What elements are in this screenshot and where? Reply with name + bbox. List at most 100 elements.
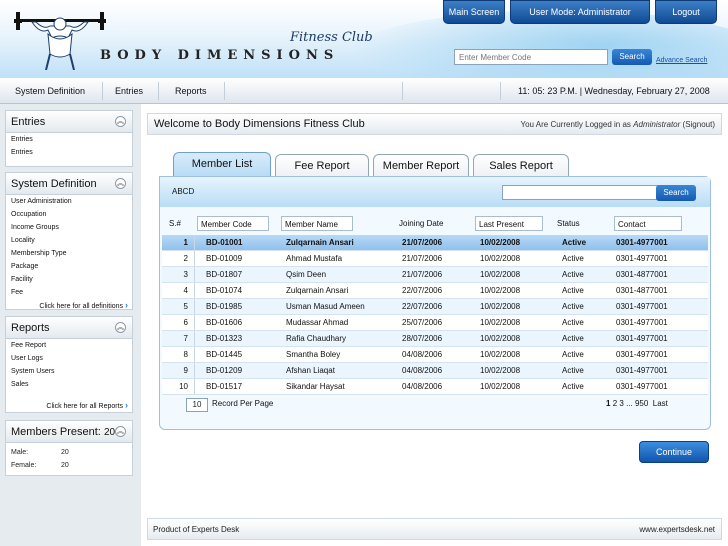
female-label: Female: — [11, 462, 37, 469]
column-divider — [194, 251, 195, 266]
column-divider — [194, 379, 195, 394]
sidebar-item-facility[interactable]: Facility — [6, 273, 132, 286]
collapse-up-icon[interactable]: ︽ — [115, 426, 126, 437]
cell-member-name: Zulqarnain Ansari — [286, 286, 349, 295]
sidebar-item-fee[interactable]: Fee — [6, 286, 132, 299]
records-per-page-input[interactable]: 10 — [186, 398, 208, 412]
all-reports-link[interactable]: Click here for all Reports › — [6, 399, 132, 412]
bodybuilder-logo-icon — [14, 12, 106, 70]
entries-panel-title: Entries ︽ — [6, 111, 132, 133]
grid-label: ABCD — [172, 187, 195, 196]
page-link[interactable]: 1 — [606, 399, 610, 408]
cell-member-code: BD-01001 — [206, 238, 243, 247]
table-row[interactable]: 8 BD-01445 Smantha Boley 04/08/2006 10/0… — [162, 347, 708, 363]
sidebar-item-sales[interactable]: Sales — [6, 378, 132, 391]
sidebar-item-system-users[interactable]: System Users — [6, 365, 132, 378]
cell-member-code: BD-01323 — [206, 334, 243, 343]
grid-search-input[interactable] — [502, 185, 678, 200]
column-divider — [194, 347, 195, 362]
entries-panel-title-text: Entries — [11, 116, 46, 128]
female-value: 20 — [61, 462, 69, 469]
nav-item-system-definition[interactable]: System Definition — [15, 78, 85, 104]
column-header-contact[interactable]: Contact — [614, 216, 682, 231]
table-row[interactable]: 7 BD-01323 Rafia Chaudhary 28/07/2006 10… — [162, 331, 708, 347]
cell-sno: 4 — [183, 286, 188, 295]
sidebar-item-entries[interactable]: Entries — [6, 133, 132, 146]
page-ellipsis: ... — [626, 399, 633, 408]
cell-status: Active — [562, 366, 584, 375]
column-header-member-name[interactable]: Member Name — [281, 216, 353, 231]
sidebar-item-user-logs[interactable]: User Logs — [6, 352, 132, 365]
sidebar-item-entries[interactable]: Entries — [6, 146, 132, 159]
sidebar-item-income-groups[interactable]: Income Groups — [6, 221, 132, 234]
page-link[interactable]: 2 — [613, 399, 617, 408]
sidebar-item-user-administration[interactable]: User Administration — [6, 195, 132, 208]
main-content: Welcome to Body Dimensions Fitness Club … — [141, 104, 728, 546]
table-row[interactable]: 9 BD-01209 Afshan Liaqat 04/08/2006 10/0… — [162, 363, 708, 379]
table-row[interactable]: 6 BD-01606 Mudassar Ahmad 25/07/2006 10/… — [162, 315, 708, 331]
cell-joining-date: 22/07/2006 — [402, 302, 443, 311]
reports-panel: Reports ︽ Fee Report User Logs System Us… — [5, 316, 133, 413]
nav-item-entries[interactable]: Entries — [115, 78, 143, 104]
header-search-button[interactable]: Search — [612, 49, 652, 65]
column-header-status[interactable]: Status — [554, 216, 604, 231]
table-row[interactable]: 4 BD-01074 Zulqarnain Ansari 22/07/2006 … — [162, 283, 708, 299]
grid-search-button[interactable]: Search — [656, 185, 696, 201]
nav-item-reports[interactable]: Reports — [175, 78, 207, 104]
collapse-up-icon[interactable]: ︽ — [115, 178, 126, 189]
table-row[interactable]: 2 BD-01009 Ahmad Mustafa 21/07/2006 10/0… — [162, 251, 708, 267]
members-present-title: Members Present: 20 ︽ — [6, 421, 132, 443]
male-count-row: Male: 20 — [6, 446, 132, 459]
logout-button[interactable]: Logout — [655, 0, 717, 24]
all-definitions-link[interactable]: Click here for all definitions › — [6, 299, 132, 312]
main-screen-button[interactable]: Main Screen — [443, 0, 505, 24]
column-header-member-code[interactable]: Member Code — [197, 216, 269, 231]
advanced-search-link[interactable]: Advance Search — [656, 57, 707, 64]
main-nav-bar: System Definition Entries Reports 11: 05… — [0, 78, 728, 104]
sidebar-item-locality[interactable]: Locality — [6, 234, 132, 247]
table-row[interactable]: 1 BD-01001 Zulqarnain Ansari 21/07/2006 … — [162, 235, 708, 251]
reports-panel-title-text: Reports — [11, 322, 50, 334]
table-row[interactable]: 3 BD-01807 Qsim Deen 21/07/2006 10/02/20… — [162, 267, 708, 283]
member-code-input[interactable] — [454, 49, 608, 65]
footer-website[interactable]: www.expertsdesk.net — [639, 525, 715, 534]
cell-contact: 0301-4977001 — [616, 302, 668, 311]
nav-divider — [158, 82, 159, 100]
cell-sno: 9 — [183, 366, 188, 375]
tab-member-list[interactable]: Member List — [173, 152, 271, 176]
column-header-sno[interactable]: S.# — [166, 216, 194, 231]
cell-last-present: 10/02/2008 — [480, 302, 521, 311]
tab-sales-report[interactable]: Sales Report — [473, 154, 569, 176]
table-row[interactable]: 5 BD-01985 Usman Masud Ameen 22/07/2006 … — [162, 299, 708, 315]
column-header-last-present[interactable]: Last Present — [475, 216, 543, 231]
tab-fee-report[interactable]: Fee Report — [275, 154, 369, 176]
sidebar-item-fee-report[interactable]: Fee Report — [6, 339, 132, 352]
column-divider — [194, 235, 195, 250]
cell-status: Active — [562, 318, 584, 327]
sidebar-item-membership-type[interactable]: Membership Type — [6, 247, 132, 260]
cell-sno: 3 — [183, 270, 188, 279]
cell-member-name: Zulqarnain Ansari — [286, 238, 354, 247]
last-page-link[interactable]: Last — [653, 399, 668, 408]
column-header-joining-date[interactable]: Joining Date — [396, 216, 468, 231]
login-status-prefix: You Are Currently Logged in as — [520, 120, 631, 129]
table-row[interactable]: 10 BD-01517 Sikandar Haysat 04/08/2006 1… — [162, 379, 708, 395]
sidebar-item-occupation[interactable]: Occupation — [6, 208, 132, 221]
user-mode-button[interactable]: User Mode: Administrator — [510, 0, 650, 24]
tab-member-report[interactable]: Member Report — [373, 154, 469, 176]
pagination: 1 2 3 ... 950 Last — [606, 399, 668, 408]
cell-contact: 0301-4977001 — [616, 238, 668, 247]
page-link[interactable]: 3 — [619, 399, 623, 408]
sidebar-item-package[interactable]: Package — [6, 260, 132, 273]
continue-button[interactable]: Continue — [639, 441, 709, 463]
cell-member-name: Qsim Deen — [286, 270, 327, 279]
signout-link[interactable]: (Signout) — [683, 120, 715, 129]
column-divider — [194, 299, 195, 314]
collapse-up-icon[interactable]: ︽ — [115, 116, 126, 127]
cell-member-code: BD-01517 — [206, 382, 243, 391]
cell-member-code: BD-01209 — [206, 366, 243, 375]
chevron-right-icon: › — [125, 400, 128, 410]
cell-last-present: 10/02/2008 — [480, 318, 521, 327]
collapse-up-icon[interactable]: ︽ — [115, 322, 126, 333]
page-link[interactable]: 950 — [635, 399, 648, 408]
